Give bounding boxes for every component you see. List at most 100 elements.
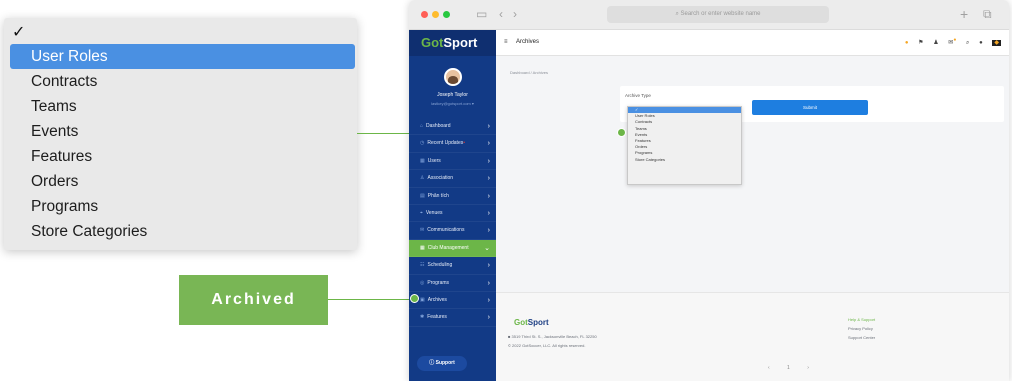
- user-email-dropdown[interactable]: lastkey@gotsport.com ▾: [409, 101, 496, 106]
- chevron-right-icon: ›: [487, 227, 490, 235]
- sidebar-item-programs[interactable]: ◎ Programs ›: [409, 275, 496, 292]
- association-icon: ♙: [420, 175, 425, 182]
- sidebar-item-recent-updates[interactable]: ◷ Recent Updates• ›: [409, 135, 496, 153]
- sidebar-item-label: Users: [427, 157, 441, 164]
- location-icon: ⌖: [420, 209, 423, 216]
- sidebar-item-users[interactable]: ▦ Users ›: [409, 153, 496, 171]
- chevron-right-icon: ›: [487, 314, 490, 322]
- flag-icon[interactable]: ⚑: [918, 40, 923, 46]
- chart-icon: ▤: [420, 192, 425, 199]
- archive-type-dropdown-zoom: ✓ User Roles Contracts Teams Events Feat…: [4, 18, 357, 250]
- star-icon: ✱: [420, 314, 425, 321]
- dropdown-option-user-roles[interactable]: User Roles: [10, 44, 355, 69]
- messages-icon[interactable]: ✉●: [948, 37, 956, 46]
- browser-window: ▭ ‹ › ⌕ Search or enter website name + ⧉…: [409, 0, 1009, 381]
- dropdown-option-teams[interactable]: Teams: [4, 94, 357, 119]
- pagination[interactable]: ‹ 1 ›: [768, 365, 817, 371]
- dropdown-option-orders[interactable]: Orders: [4, 169, 357, 194]
- dropdown-connector-dot: [617, 128, 626, 137]
- tab-overview-icon[interactable]: ⧉: [983, 7, 992, 21]
- logo-prefix: Got: [421, 35, 444, 50]
- browser-titlebar: ▭ ‹ › ⌕ Search or enter website name + ⧉: [409, 0, 1009, 30]
- sidebar-item-analytics[interactable]: ▤ Phân tích ›: [409, 188, 496, 205]
- archived-callout-label: Archived: [179, 275, 328, 325]
- sidebar-toggle-icon[interactable]: ▭: [476, 7, 487, 21]
- breadcrumb[interactable]: Dashboard / Archives: [510, 70, 548, 75]
- chevron-right-icon: ›: [487, 209, 490, 217]
- submit-button[interactable]: Submit: [752, 100, 868, 115]
- support-center-link[interactable]: Support Center: [848, 335, 875, 340]
- sidebar-item-dashboard[interactable]: ⌂ Dashboard ›: [409, 118, 496, 136]
- calendar-icon: ☷: [420, 262, 425, 269]
- maximize-window-icon[interactable]: [443, 11, 450, 18]
- chevron-right-icon: ›: [487, 192, 490, 200]
- avatar[interactable]: [443, 68, 462, 86]
- help-support-link[interactable]: Help & Support: [848, 317, 875, 322]
- dropdown-option-events[interactable]: Events: [4, 119, 357, 144]
- dropdown-option-features[interactable]: Features: [4, 144, 357, 169]
- sidebar-item-label: Scheduling: [427, 262, 453, 269]
- checkmark-icon: ✓: [12, 24, 26, 41]
- mail-icon: ✉: [420, 227, 425, 234]
- user-icon[interactable]: ♟: [933, 40, 938, 46]
- close-window-icon[interactable]: [421, 11, 428, 18]
- gotsport-logo[interactable]: GotSport: [409, 30, 496, 56]
- target-icon: ◎: [420, 279, 425, 286]
- sidebar-item-label: Association: [427, 175, 454, 182]
- main-content: ≡ Archives ● ⚑ ♟ ✉● ⌕ ● ◆ Dashboard / Ar…: [496, 30, 1009, 381]
- privacy-policy-link[interactable]: Privacy Policy: [848, 326, 873, 331]
- sidebar-item-label: Phân tích: [427, 192, 449, 199]
- top-icons: ● ⚑ ♟ ✉● ⌕ ● ◆: [897, 37, 1001, 47]
- stage: ✓ User Roles Contracts Teams Events Feat…: [0, 0, 1012, 381]
- dropdown-option-store-categories[interactable]: Store Categories: [628, 157, 741, 163]
- footer-address: ■ 3519 Third St. S., Jacksonville Beach,…: [508, 334, 597, 339]
- dropdown-option-store-categories[interactable]: Store Categories: [4, 219, 357, 244]
- support-button[interactable]: ⓘ Support: [417, 356, 467, 371]
- address-bar[interactable]: ⌕ Search or enter website name: [607, 6, 829, 23]
- sidebar: GotSport Joseph Taylor lastkey@gotsport.…: [409, 30, 496, 381]
- archive-type-dropdown[interactable]: ✓ User Roles Contracts Teams Events Feat…: [627, 106, 742, 185]
- dropdown-option-programs[interactable]: Programs: [4, 194, 357, 219]
- sidebar-item-label: Dashboard: [426, 123, 451, 129]
- footer-logo-prefix: Got: [514, 318, 528, 327]
- notification-dot-icon: •: [463, 140, 465, 147]
- grid-icon: ▦: [420, 244, 425, 251]
- back-icon[interactable]: ‹: [499, 7, 503, 21]
- club-badge-icon[interactable]: ◆: [992, 40, 1001, 46]
- home-icon: ⌂: [420, 123, 424, 129]
- sidebar-item-label: Club Management: [427, 244, 469, 251]
- sidebar-item-features[interactable]: ✱ Features ›: [409, 309, 496, 327]
- sidebar-item-label: Communications: [427, 227, 465, 234]
- archive-type-label: Archive Type: [625, 93, 651, 98]
- footer-copyright: © 2022 GotSoccer, LLC. All rights reserv…: [508, 343, 586, 348]
- archived-connector-line: [328, 299, 415, 300]
- user-name: Joseph Taylor: [437, 92, 468, 98]
- menu-icon[interactable]: ≡: [504, 39, 508, 45]
- chevron-right-icon: ›: [487, 123, 490, 130]
- dropdown-option-contracts[interactable]: Contracts: [4, 69, 357, 94]
- logo-suffix: Sport: [443, 35, 478, 50]
- settings-icon[interactable]: ●: [979, 40, 983, 46]
- sidebar-item-venues[interactable]: ⌖ Venues ›: [409, 205, 496, 223]
- alert-icon[interactable]: ●: [905, 40, 909, 46]
- sidebar-item-communications[interactable]: ✉ Communications ›: [409, 222, 496, 240]
- chevron-right-icon: ›: [487, 157, 490, 165]
- sidebar-item-label: Features: [427, 314, 447, 321]
- footer-logo-suffix: Sport: [527, 318, 549, 327]
- top-bar: ≡ Archives ● ⚑ ♟ ✉● ⌕ ● ◆: [496, 30, 1009, 56]
- search-icon[interactable]: ⌕: [966, 40, 969, 46]
- sidebar-item-association[interactable]: ♙ Association ›: [409, 170, 496, 188]
- forward-icon[interactable]: ›: [513, 7, 517, 21]
- sidebar-item-scheduling[interactable]: ☷ Scheduling ›: [409, 257, 496, 275]
- archive-icon: ▣: [420, 296, 425, 303]
- chevron-right-icon: ›: [487, 140, 490, 148]
- chevron-right-icon: ›: [487, 175, 490, 183]
- new-tab-icon[interactable]: +: [960, 7, 968, 21]
- footer-logo: GotSport: [514, 318, 549, 327]
- minimize-window-icon[interactable]: [432, 11, 439, 18]
- sidebar-item-archives[interactable]: ▣ Archives ›: [409, 292, 496, 310]
- sidebar-item-label: Recent Updates: [427, 140, 464, 147]
- users-icon: ▦: [420, 157, 425, 164]
- sidebar-item-club-management[interactable]: ▦ Club Management ⌄: [409, 239, 496, 258]
- page-title: Archives: [516, 39, 540, 45]
